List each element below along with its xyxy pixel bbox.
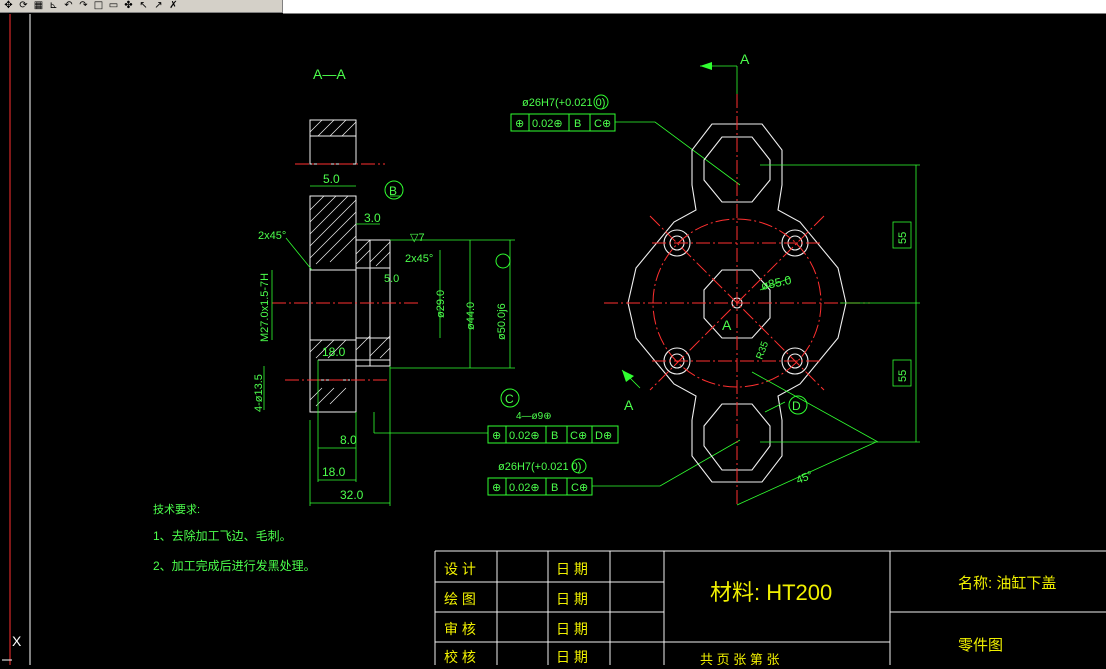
dim-phi13: 4-ø13.5 [253,374,265,412]
dim-phi29: ø29.0 [435,290,447,318]
dim-45: 45° [795,469,815,486]
tb-role-2: 绘 图 [444,591,476,607]
fcf-top-c: C⊕ [594,118,611,130]
tb-name: 名称: 油缸下盖 [958,574,1056,592]
dim-r35: R35 [754,340,771,361]
ucs-icon: X [12,633,22,649]
datum-b: B [389,184,397,198]
tb-date-4: 日 期 [556,649,588,665]
cursor-icon[interactable]: ↖ [137,1,150,12]
redo-icon[interactable]: ↷ [77,1,90,12]
tb-type: 零件图 [958,637,1003,654]
pan-icon[interactable]: ✥ [2,1,15,12]
toolbar: ✥ ⟳ ▦ ⊾ ↶ ↷ □ ▭ ✤ ↖ ↗ ✗ [0,0,283,13]
datum-c: C [505,392,514,406]
hatch-pattern [309,119,391,407]
undo-icon[interactable]: ↶ [62,1,75,12]
dim-55-bottom: 55 [897,370,909,382]
drawing-canvas[interactable]: X A—A 5.0 3.0 2x45° 2x45° ▽7 5.0 M27.0x1… [0,14,1106,667]
holes-callout: 4—ø9⊕ [516,411,552,422]
center-label: A [722,317,732,333]
fcf-bot-sym: ⊕ [492,482,501,494]
tb-date-3: 日 期 [556,621,588,637]
datum-d: D [792,399,801,413]
dim-18b: 18.0 [322,465,346,479]
tb-role-1: 设 计 [444,561,476,577]
dim-8: 8.0 [340,433,357,447]
orbit-icon[interactable]: ⟳ [17,1,30,12]
tools-icon[interactable]: ✤ [122,1,135,12]
title-block [434,550,1106,665]
dim-chamfer1: 2x45° [258,230,286,242]
datum-e-circle [495,253,511,269]
grid-icon[interactable]: ▦ [32,1,45,12]
view-arrow-top [700,62,712,70]
tb-date-2: 日 期 [556,591,588,607]
fcf-mid-d: D⊕ [595,430,612,442]
fcf-top-b: B [574,118,581,130]
dim-chamfer2: 2x45° [405,253,433,265]
note-2: 2、加工完成后进行发黑处理。 [153,558,316,573]
cad-drawing[interactable]: X A—A 5.0 3.0 2x45° 2x45° ▽7 5.0 M27.0x1… [0,14,1106,667]
front-centerlines [604,94,870,505]
fcf-bot-b: B [551,482,558,494]
tb-date-1: 日 期 [556,561,588,577]
dim-3: 3.0 [364,211,381,225]
fcf-mid-c: C⊕ [570,430,587,442]
dim-5b: 5.0 [384,273,399,285]
section-label: A—A [313,66,346,82]
notes-title: 技术要求: [153,503,200,516]
tb-role-4: 校 核 [444,649,476,665]
dim-thread: M27.0x1.5-7H [259,273,271,342]
fcf-mid-sym: ⊕ [492,430,501,442]
fcf-bot-tol: 0.02⊕ [509,482,540,494]
tb-material: 材料: HT200 [710,580,832,605]
measure-icon[interactable]: ⊾ [47,1,60,12]
bore-callout-bottom: ø26H7(+0.021 0) [498,461,581,473]
dim-18a: 18.0 [322,345,346,359]
fcf-mid-b: B [551,430,558,442]
dim-phi44: ø44.0 [465,302,477,330]
window-icon[interactable]: □ [92,1,105,12]
fcf-top-tol: 0.02⊕ [532,118,563,130]
cursor-icon-2[interactable]: ↗ [152,1,165,12]
fcf-top-sym: ⊕ [515,118,524,130]
dim-5: 5.0 [323,172,340,186]
dim-phi50: ø50.0j6 [496,303,508,340]
view-label-bottom: A [624,397,634,413]
fcf-mid-tol: 0.02⊕ [509,430,540,442]
leaders [592,121,741,487]
dim-55-top: 55 [897,232,909,244]
note-1: 1、去除加工飞边、毛刺。 [153,528,292,543]
top-band [283,0,1106,14]
snap-icon[interactable]: ✗ [167,1,180,12]
bore-callout-top: ø26H7(+0.021 0) [522,97,605,109]
window-icon-2[interactable]: ▭ [107,1,120,12]
tb-role-3: 审 核 [444,621,476,637]
tb-sheet: 共 页 张 第 张 [700,652,779,665]
dim-32: 32.0 [340,488,364,502]
fcf-bot-c: C⊕ [571,482,588,494]
roughness-mark: ▽7 [410,232,425,244]
view-label-top: A [740,51,750,67]
